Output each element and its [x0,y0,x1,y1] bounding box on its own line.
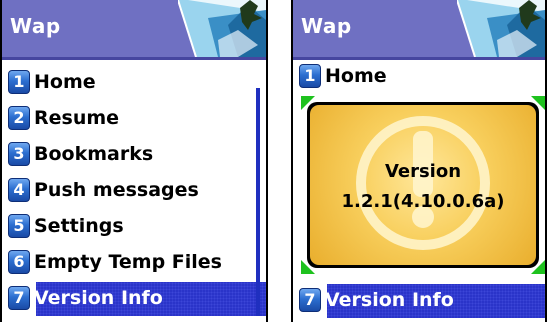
menu-item-settings[interactable]: 5 Settings [8,208,256,244]
number-5-icon: 5 [8,214,30,238]
wap-menu: 1 Home 2 Resume 3 Bookmarks 4 Push messa… [8,64,266,316]
menu-item-label: Empty Temp Files [34,251,222,273]
menu-item-label: Home [325,65,387,87]
menu-item-home[interactable]: 1 Home [299,58,539,94]
header-photo-icon [178,0,266,57]
header-bar: Wap [293,0,545,60]
popup-face: Version 1.2.1(4.10.0.6a) [310,105,536,265]
menu-item-home[interactable]: 1 Home [8,64,256,100]
wap-menu-bottom: 7 Version Info [299,282,545,318]
version-popup: Version 1.2.1(4.10.0.6a) [301,96,545,274]
menu-item-label: Home [34,71,96,93]
exclamation-icon [356,116,490,250]
number-2-icon: 2 [8,106,30,130]
menu-item-version-info[interactable]: 7 Version Info [299,282,545,318]
menu-item-version-info[interactable]: 7 Version Info [8,280,266,316]
number-7-icon: 7 [299,288,321,312]
number-3-icon: 3 [8,142,30,166]
menu-item-empty-temp-files[interactable]: 6 Empty Temp Files [8,244,256,280]
number-7-icon: 7 [8,286,30,310]
header-title: Wap [10,14,61,38]
menu-item-label: Settings [34,215,124,237]
header-photo-icon [457,0,545,57]
number-1-icon: 1 [8,70,30,94]
popup-frame: Version 1.2.1(4.10.0.6a) [307,102,539,268]
menu-item-push-messages[interactable]: 4 Push messages [8,172,256,208]
menu-item-resume[interactable]: 2 Resume [8,100,256,136]
menu-item-label: Version Info [325,289,454,311]
scrollbar[interactable] [256,88,260,316]
menu-item-label: Version Info [34,287,163,309]
menu-item-label: Push messages [34,179,199,201]
wap-menu-screen: Wap 1 Home 2 Resume 3 Bookmarks 4 Push m… [0,0,268,322]
number-6-icon: 6 [8,250,30,274]
header-bar: Wap [2,0,266,60]
header-title: Wap [301,14,352,38]
popup-title: Version [384,161,462,182]
number-4-icon: 4 [8,178,30,202]
version-number: 1.2.1(4.10.0.6a) [341,191,505,212]
menu-item-bookmarks[interactable]: 3 Bookmarks [8,136,256,172]
number-1-icon: 1 [299,64,321,88]
menu-item-label: Resume [34,107,120,129]
version-info-screen: Wap 1 Home 7 Version Info Version 1.2.1(… [291,0,547,322]
wap-menu: 1 Home [299,58,539,94]
menu-item-label: Bookmarks [34,143,154,165]
